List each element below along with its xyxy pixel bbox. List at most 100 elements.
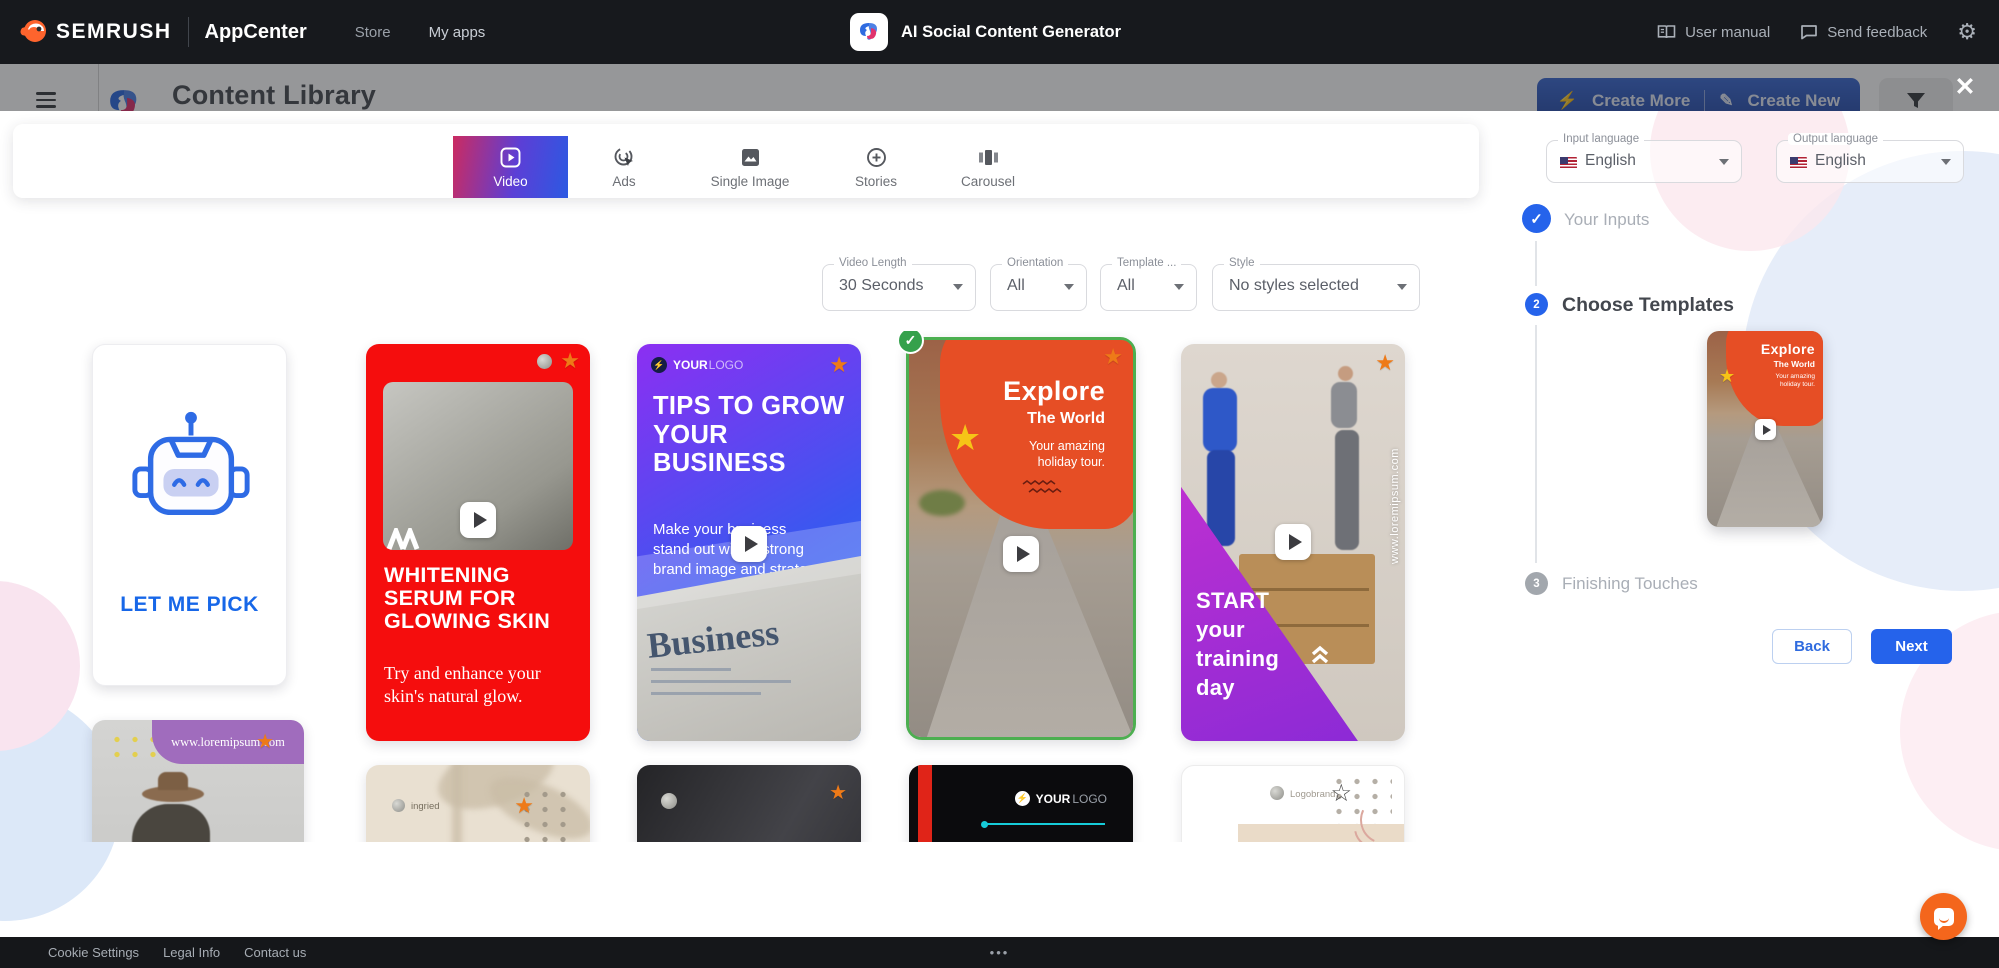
play-button[interactable]: [1755, 419, 1776, 440]
url-banner: www.loremipsum.com: [152, 720, 304, 764]
star-decoration-icon: ★: [1719, 367, 1735, 385]
play-button[interactable]: [731, 526, 767, 562]
brand-label: ingried: [411, 801, 440, 812]
favorite-star-icon[interactable]: ★: [514, 795, 534, 817]
book-icon: [1657, 24, 1676, 40]
avatar: [1270, 786, 1284, 800]
favorite-star-icon[interactable]: ★: [1103, 346, 1123, 368]
favorite-star-outline-icon[interactable]: ☆: [1330, 782, 1352, 806]
legal-info-link[interactable]: Legal Info: [163, 945, 220, 960]
play-button[interactable]: [1275, 524, 1311, 560]
robot-icon: [127, 407, 255, 527]
card-headline: START your training day: [1196, 586, 1279, 702]
bolt-logo-icon: ⚡: [651, 357, 667, 373]
card-subhead: The World: [1027, 410, 1105, 428]
template-card-dark[interactable]: ★: [637, 765, 861, 842]
contact-us-link[interactable]: Contact us: [244, 945, 306, 960]
template-card-palm[interactable]: ingried ★: [366, 765, 590, 842]
chevrons-up-icon: [1309, 644, 1331, 666]
avatar: [661, 793, 677, 809]
favorite-star-icon[interactable]: ★: [256, 732, 274, 752]
favorite-star-icon[interactable]: ★: [829, 354, 849, 376]
us-flag-icon: [1560, 157, 1577, 169]
squiggle-decoration: [1021, 480, 1081, 496]
chevron-down-icon: [1064, 284, 1074, 290]
stories-plus-icon: [865, 146, 888, 169]
settings-gear-icon[interactable]: ⚙: [1957, 21, 1977, 43]
step-3-label: Finishing Touches: [1562, 574, 1698, 594]
app-header: AI Social Content Generator: [850, 0, 1121, 64]
nav-my-apps[interactable]: My apps: [429, 24, 486, 41]
yourlogo-badge: ⚡ YOURLOGO: [1015, 791, 1107, 806]
template-grid: LET ME PICK ★ WHITENING SERUM FOR GLOWIN…: [0, 331, 1500, 842]
us-flag-icon: [1790, 157, 1807, 169]
yourlogo-badge: ⚡ YOURLOGO: [651, 357, 743, 373]
chevron-down-icon: [1941, 159, 1951, 165]
user-manual-link[interactable]: User manual: [1657, 24, 1770, 41]
video-icon: [499, 146, 522, 169]
template-card-serum[interactable]: ★ WHITENING SERUM FOR GLOWING SKIN Try a…: [366, 344, 590, 741]
brand-label: Logobrand: [1290, 789, 1335, 800]
avatar: [392, 799, 405, 812]
thumb-headline: Explore: [1761, 341, 1815, 357]
next-button[interactable]: Next: [1871, 629, 1952, 664]
newspaper-title: Business: [645, 611, 781, 667]
filter-template[interactable]: Template ... All: [1100, 264, 1197, 311]
filter-style[interactable]: Style No styles selected: [1212, 264, 1420, 311]
step-3-number: 3: [1525, 572, 1548, 595]
step-2-number: 2: [1525, 293, 1548, 316]
modal-dim-overlay: [0, 64, 1999, 111]
topbar: SEMRUSH AppCenter Store My apps AI Socia…: [0, 0, 1999, 64]
filter-orientation[interactable]: Orientation All: [990, 264, 1087, 311]
chevron-down-icon: [953, 284, 963, 290]
template-card-logobrand[interactable]: Logobrand ☆: [1181, 765, 1405, 842]
template-card-explore-selected[interactable]: ✓ ★ Explore The World ★ Your amazing hol…: [906, 337, 1136, 740]
favorite-star-icon[interactable]: ★: [1375, 352, 1395, 374]
play-button[interactable]: [1003, 536, 1039, 572]
image-icon: [739, 146, 762, 169]
chat-bubble-icon: [1934, 908, 1954, 926]
filter-video-length[interactable]: Video Length 30 Seconds: [822, 264, 976, 311]
semrush-logo-icon[interactable]: [18, 17, 48, 47]
tab-video[interactable]: Video: [453, 136, 568, 198]
tab-ads[interactable]: Ads: [567, 136, 681, 198]
let-me-pick-label: LET ME PICK: [93, 593, 286, 617]
screen: SEMRUSH AppCenter Store My apps AI Socia…: [0, 0, 1999, 968]
thumb-subtext: Your amazing holiday tour.: [1755, 373, 1815, 390]
avatar: [537, 354, 552, 369]
watermark-url: www.loremipsum.com: [1389, 354, 1401, 564]
send-feedback-link[interactable]: Send feedback: [1800, 24, 1927, 41]
template-card-hat[interactable]: www.loremipsum.com ★: [92, 720, 304, 842]
footer: Cookie Settings Legal Info Contact us ••…: [0, 937, 1999, 968]
cyan-line-decoration: [987, 823, 1105, 825]
input-language-select[interactable]: Input language English: [1546, 140, 1742, 183]
favorite-star-icon[interactable]: ★: [829, 783, 847, 803]
card-headline: WHITENING SERUM FOR GLOWING SKIN: [384, 564, 578, 633]
chevron-down-icon: [1719, 159, 1729, 165]
topbar-divider: [188, 17, 189, 47]
step-1-done-icon: ✓: [1522, 204, 1551, 233]
tab-stories[interactable]: Stories: [819, 136, 933, 198]
cookie-settings-link[interactable]: Cookie Settings: [48, 945, 139, 960]
close-icon[interactable]: ✕: [1950, 72, 1980, 102]
template-card-tips[interactable]: ⚡ YOURLOGO ★ TIPS TO GROW YOUR BUSINESS …: [637, 344, 861, 741]
tab-carousel[interactable]: Carousel: [933, 136, 1043, 198]
template-card-training[interactable]: START your training day www.loremipsum.c…: [1181, 344, 1405, 741]
brand-semrush[interactable]: SEMRUSH: [56, 20, 172, 44]
selected-template-thumbnail[interactable]: Explore The World ★ Your amazing holiday…: [1707, 331, 1823, 527]
feedback-icon: [1800, 24, 1818, 40]
step-2-label: Choose Templates: [1562, 294, 1734, 317]
chat-button[interactable]: [1920, 893, 1967, 940]
back-button[interactable]: Back: [1772, 629, 1852, 664]
brand-appcenter[interactable]: AppCenter: [205, 21, 307, 44]
output-language-select[interactable]: Output language English: [1776, 140, 1964, 183]
template-card-special-price[interactable]: ⚡ YOURLOGO SPECIAL PRICE: [909, 765, 1133, 842]
play-button[interactable]: [460, 502, 496, 538]
tab-single-image[interactable]: Single Image: [681, 136, 819, 198]
template-picker-modal: Video Ads Single Image Stories Carousel …: [0, 111, 1999, 937]
template-card-let-me-pick[interactable]: LET ME PICK: [92, 344, 287, 686]
nav-store[interactable]: Store: [355, 24, 391, 41]
gear-logo-icon: ⚡: [1015, 791, 1030, 806]
favorite-star-icon[interactable]: ★: [560, 350, 580, 372]
footer-more-button[interactable]: •••: [990, 945, 1010, 960]
